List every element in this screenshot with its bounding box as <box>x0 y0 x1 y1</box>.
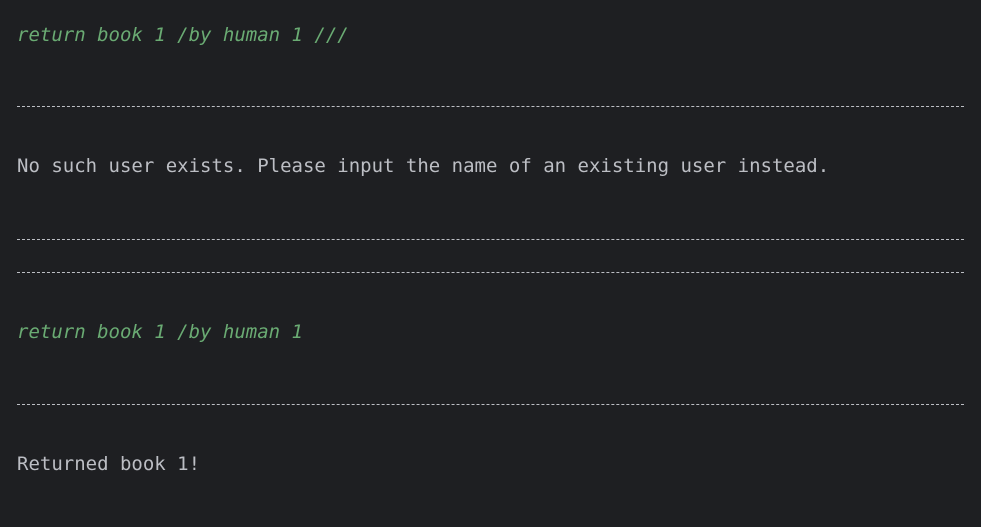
divider <box>17 404 964 405</box>
command-echo: return book 1 /by human 1 /// <box>17 24 349 46</box>
command-echo: return book 1 /by human 1 <box>17 321 303 343</box>
divider <box>17 239 964 240</box>
response-message: No such user exists. Please input the na… <box>17 155 830 177</box>
divider <box>17 106 964 107</box>
divider <box>17 272 964 273</box>
response-message: Returned book 1! <box>17 453 201 475</box>
console-output[interactable]: return book 1 /by human 1 /// No such us… <box>0 0 981 527</box>
